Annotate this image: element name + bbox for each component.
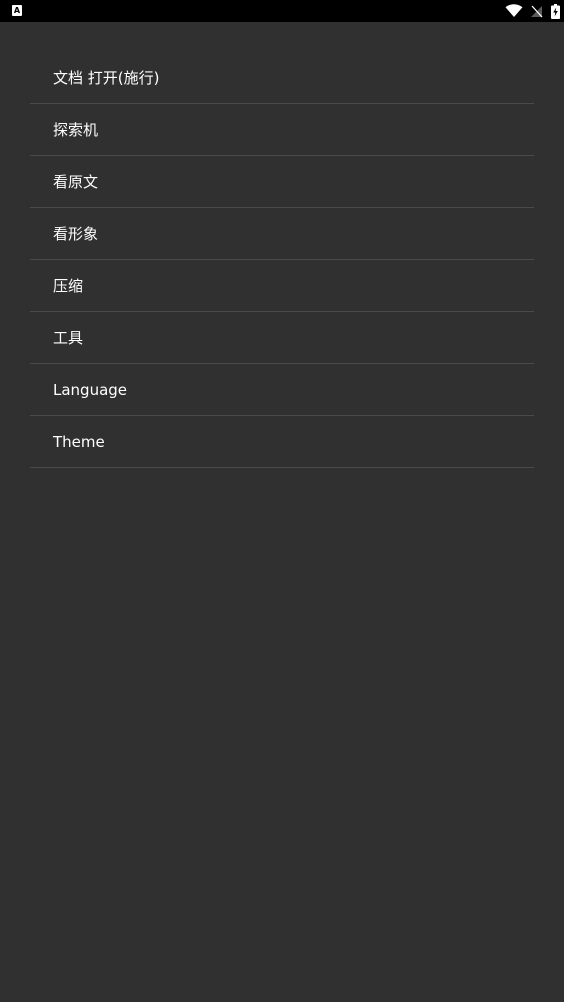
battery-charging-icon <box>551 3 560 19</box>
menu-item-compress[interactable]: 压缩 <box>30 260 534 312</box>
menu-item-tools[interactable]: 工具 <box>30 312 534 364</box>
wifi-icon <box>505 4 523 17</box>
menu-item-view-source[interactable]: 看原文 <box>30 156 534 208</box>
menu-item-label: Language <box>53 380 128 399</box>
menu-item-label: 工具 <box>53 329 84 347</box>
status-icons <box>505 3 560 19</box>
menu-item-label: 压缩 <box>53 277 84 295</box>
menu-item-label: 看原文 <box>53 173 99 191</box>
main-content: 文档 打开(施行) 探索机 看原文 看形象 压缩 工具 Language The… <box>0 22 564 1002</box>
menu-item-theme[interactable]: Theme <box>30 416 534 468</box>
menu-list: 文档 打开(施行) 探索机 看原文 看形象 压缩 工具 Language The… <box>30 52 534 468</box>
menu-item-language[interactable]: Language <box>30 364 534 416</box>
menu-item-label: 看形象 <box>53 225 99 243</box>
status-bar: A <box>0 0 564 22</box>
menu-item-label: 探索机 <box>53 121 99 139</box>
menu-item-label: 文档 打开(施行) <box>53 69 160 87</box>
signal-off-icon <box>531 5 543 17</box>
menu-item-explorer[interactable]: 探索机 <box>30 104 534 156</box>
menu-item-view-image[interactable]: 看形象 <box>30 208 534 260</box>
menu-item-label: Theme <box>53 432 105 451</box>
app-notification-icon: A <box>12 5 22 16</box>
menu-item-document-open[interactable]: 文档 打开(施行) <box>30 52 534 104</box>
